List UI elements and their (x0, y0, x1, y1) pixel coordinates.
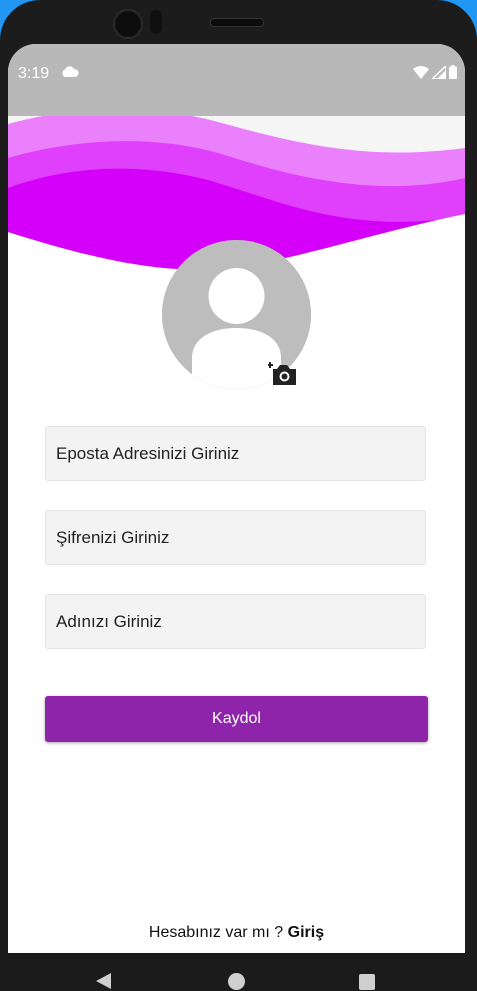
name-field[interactable] (45, 594, 426, 649)
wifi-icon (413, 65, 429, 79)
status-bar: 3:19 (8, 44, 465, 116)
status-icons (413, 65, 457, 79)
battery-icon (449, 65, 457, 79)
app-screen: 3:19 Eposta Adresinizi Giriniz Adınızı G… (8, 44, 465, 953)
earpiece-speaker (210, 18, 264, 27)
login-link[interactable]: Giriş (288, 924, 324, 941)
login-prompt: Hesabınız var mı ? Giriş (8, 924, 465, 942)
status-time: 3:19 (18, 65, 50, 82)
login-question: Hesabınız var mı ? (148, 924, 284, 941)
add-a-photo-icon[interactable] (268, 360, 298, 386)
recent-apps-icon[interactable] (359, 974, 375, 990)
password-field[interactable] (45, 510, 426, 565)
navigation-bar (0, 953, 477, 991)
email-field[interactable] (45, 426, 426, 481)
front-camera (113, 9, 143, 39)
register-button[interactable]: Kaydol (45, 696, 428, 742)
proximity-sensor (150, 10, 162, 34)
home-icon[interactable] (228, 973, 245, 990)
phone-frame: 3:19 Eposta Adresinizi Giriniz Adınızı G… (0, 0, 477, 991)
signal-icon (432, 65, 446, 79)
back-icon[interactable] (94, 972, 112, 990)
cloud-icon (62, 66, 79, 77)
